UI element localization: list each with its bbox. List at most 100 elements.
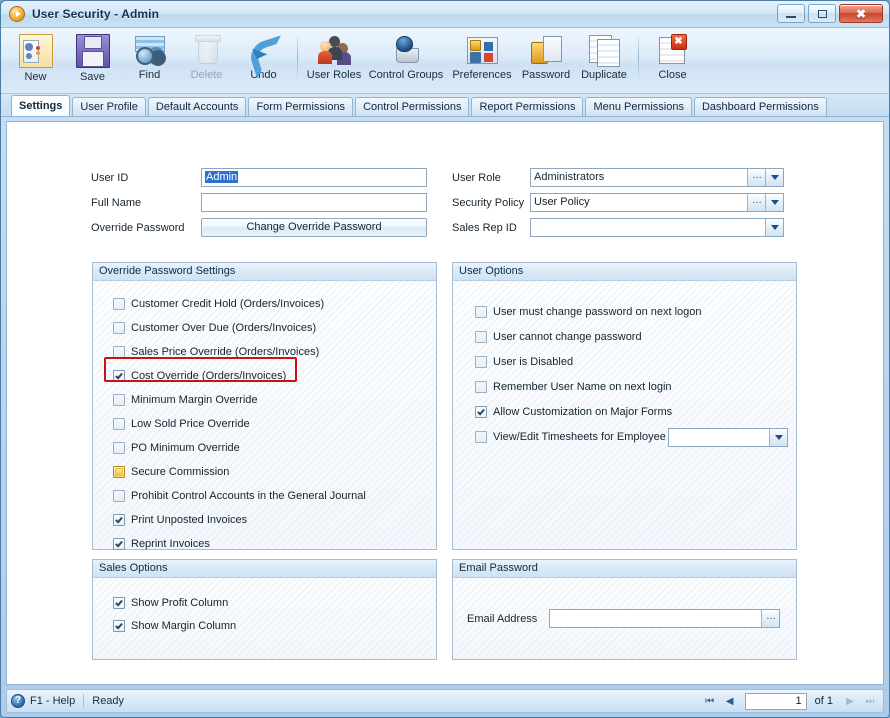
checkbox-box-show-margin-column[interactable] [113, 620, 125, 632]
duplicate-icon [588, 34, 620, 67]
checkbox-box-print-unposted-invoices[interactable] [113, 514, 125, 526]
group-body-sales-options: Show Profit Column Show Margin Column [93, 578, 436, 660]
checkbox-allow-customization[interactable]: Allow Customization on Major Forms [475, 406, 672, 418]
checkbox-po-minimum-override[interactable]: PO Minimum Override [113, 442, 240, 454]
checkbox-must-change-password[interactable]: User must change password on next logon [475, 306, 702, 318]
tab-user-profile[interactable]: User Profile [72, 97, 146, 116]
email-address-input[interactable]: … [549, 609, 780, 628]
checkbox-box-view-edit-timesheets[interactable] [475, 431, 487, 443]
checkbox-view-edit-timesheets[interactable]: View/Edit Timesheets for Employee [475, 431, 666, 443]
checkbox-box-low-sold-price-override[interactable] [113, 418, 125, 430]
timesheet-employee-chevron-down-icon[interactable] [769, 429, 787, 446]
group-body-user-options: User must change password on next logon … [453, 281, 796, 550]
checkbox-user-is-disabled[interactable]: User is Disabled [475, 356, 573, 368]
checkbox-customer-over-due[interactable]: Customer Over Due (Orders/Invoices) [113, 322, 316, 334]
checkbox-secure-commission[interactable]: Secure Commission [113, 466, 229, 478]
checkbox-box-minimum-margin-override[interactable] [113, 394, 125, 406]
toolbar-label-preferences: Preferences [452, 69, 512, 81]
toolbar-button-save[interactable]: Save [64, 31, 121, 87]
checkbox-minimum-margin-override[interactable]: Minimum Margin Override [113, 394, 258, 406]
toolbar-button-password[interactable]: Password [517, 31, 575, 87]
user-role-lookup-icon[interactable]: … [747, 169, 765, 186]
toolbar-button-undo[interactable]: Undo [235, 31, 292, 87]
checkbox-box-remember-user-name[interactable] [475, 381, 487, 393]
checkbox-reprint-invoices[interactable]: Reprint Invoices [113, 538, 210, 550]
user-id-input[interactable]: Admin [201, 168, 427, 187]
group-body-email-password: Email Address … [453, 578, 796, 660]
toolbar-label-save: Save [79, 71, 106, 83]
maximize-button[interactable] [808, 4, 836, 23]
checkbox-box-allow-customization[interactable] [475, 406, 487, 418]
checkbox-prohibit-control-accounts[interactable]: Prohibit Control Accounts in the General… [113, 490, 366, 502]
group-title-override-password-settings: Override Password Settings [93, 263, 436, 281]
checkbox-label-prohibit-control-accounts: Prohibit Control Accounts in the General… [131, 490, 366, 502]
checkbox-low-sold-price-override[interactable]: Low Sold Price Override [113, 418, 250, 430]
user-roles-icon [318, 34, 350, 66]
nav-first-button[interactable]: ⏮ [701, 692, 719, 710]
help-question-icon[interactable]: ? [11, 694, 25, 708]
nav-page-total: of 1 [814, 695, 833, 707]
title-bar: User Security - Admin ✖ [1, 1, 889, 28]
toolbar-button-control-groups[interactable]: Control Groups [365, 31, 447, 87]
security-policy-value: User Policy [534, 196, 590, 208]
checkbox-box-show-profit-column[interactable] [113, 597, 125, 609]
toolbar-button-user-roles[interactable]: User Roles [303, 31, 365, 87]
sales-rep-id-chevron-down-icon[interactable] [765, 219, 783, 236]
toolbar-button-find[interactable]: Find [121, 31, 178, 87]
checkbox-sales-price-override[interactable]: Sales Price Override (Orders/Invoices) [113, 346, 319, 358]
checkbox-box-cannot-change-password[interactable] [475, 331, 487, 343]
checkbox-remember-user-name[interactable]: Remember User Name on next login [475, 381, 672, 393]
status-help-label[interactable]: F1 - Help [30, 695, 75, 707]
user-role-value: Administrators [534, 171, 605, 183]
toolbar-button-close[interactable]: Close [644, 31, 701, 87]
user-role-chevron-down-icon[interactable] [765, 169, 783, 186]
tab-control-permissions[interactable]: Control Permissions [355, 97, 470, 116]
checkbox-show-margin-column[interactable]: Show Margin Column [113, 620, 236, 632]
tab-dashboard-permissions[interactable]: Dashboard Permissions [693, 97, 827, 116]
checkbox-label-secure-commission: Secure Commission [131, 466, 230, 478]
nav-page-input[interactable]: 1 [744, 692, 807, 710]
toolbar-label-user-roles: User Roles [306, 69, 362, 81]
user-role-combo[interactable]: Administrators … [530, 168, 784, 187]
checkbox-customer-credit-hold[interactable]: Customer Credit Hold (Orders/Invoices) [113, 298, 324, 310]
field-security-policy: Security Policy User Policy … [452, 193, 784, 212]
checkbox-cannot-change-password[interactable]: User cannot change password [475, 331, 642, 343]
checkbox-box-user-is-disabled[interactable] [475, 356, 487, 368]
checkbox-box-sales-price-override[interactable] [113, 346, 125, 358]
toolbar-button-preferences[interactable]: Preferences [447, 31, 517, 87]
checkbox-box-must-change-password[interactable] [475, 306, 487, 318]
nav-prev-button[interactable]: ◀ [721, 692, 739, 710]
checkbox-box-po-minimum-override[interactable] [113, 442, 125, 454]
toolbar-button-duplicate[interactable]: Duplicate [575, 31, 633, 87]
tab-menu-permissions[interactable]: Menu Permissions [585, 97, 692, 116]
tab-report-permissions[interactable]: Report Permissions [471, 97, 584, 116]
checkbox-box-cost-override[interactable] [113, 370, 125, 382]
checkbox-cost-override[interactable]: Cost Override (Orders/Invoices) [113, 370, 286, 382]
checkbox-box-prohibit-control-accounts[interactable] [113, 490, 125, 502]
security-policy-chevron-down-icon[interactable] [765, 194, 783, 211]
tab-settings[interactable]: Settings [11, 95, 71, 116]
checkbox-print-unposted-invoices[interactable]: Print Unposted Invoices [113, 514, 247, 526]
security-policy-lookup-icon[interactable]: … [747, 194, 765, 211]
checkbox-show-profit-column[interactable]: Show Profit Column [113, 597, 228, 609]
nav-last-button[interactable]: ⏭ [861, 692, 879, 710]
change-override-password-button[interactable]: Change Override Password [201, 218, 427, 237]
toolbar-button-new[interactable]: New [7, 31, 64, 87]
checkbox-box-secure-commission[interactable] [113, 466, 125, 478]
checkbox-box-customer-over-due[interactable] [113, 322, 125, 334]
close-button[interactable]: ✖ [839, 4, 883, 23]
checkbox-box-reprint-invoices[interactable] [113, 538, 125, 550]
full-name-input[interactable] [201, 193, 427, 212]
status-bar: ? F1 - Help Ready ⏮ ◀ 1 of 1 ▶ ⏭ [6, 689, 884, 713]
group-title-user-options: User Options [453, 263, 796, 281]
timesheet-employee-combo[interactable] [668, 428, 788, 447]
security-policy-combo[interactable]: User Policy … [530, 193, 784, 212]
email-address-lookup-icon[interactable]: … [761, 610, 779, 627]
checkbox-label-customer-over-due: Customer Over Due (Orders/Invoices) [131, 322, 317, 334]
nav-next-button[interactable]: ▶ [841, 692, 859, 710]
sales-rep-id-combo[interactable] [530, 218, 784, 237]
minimize-button[interactable] [777, 4, 805, 23]
tab-form-permissions[interactable]: Form Permissions [248, 97, 354, 116]
tab-default-accounts[interactable]: Default Accounts [147, 97, 247, 116]
checkbox-box-customer-credit-hold[interactable] [113, 298, 125, 310]
